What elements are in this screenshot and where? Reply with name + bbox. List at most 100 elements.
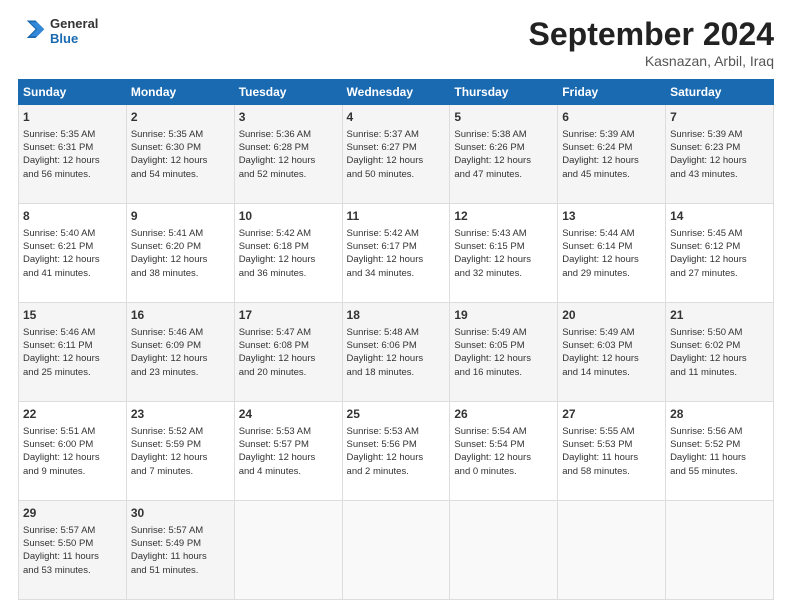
day-number: 24 [239,406,338,423]
day-info: Daylight: 12 hours [454,353,531,364]
day-info: Sunset: 6:30 PM [131,142,201,153]
day-info: Daylight: 12 hours [239,254,316,265]
day-info: Sunset: 5:52 PM [670,439,740,450]
header: General Blue September 2024 Kasnazan, Ar… [18,16,774,69]
day-info: and 54 minutes. [131,169,199,180]
day-info: and 51 minutes. [131,565,199,576]
day-info: and 16 minutes. [454,367,522,378]
day-info: Daylight: 12 hours [23,452,100,463]
logo-text: General Blue [50,16,98,46]
day-number: 16 [131,307,230,324]
calendar-cell: 9Sunrise: 5:41 AMSunset: 6:20 PMDaylight… [126,204,234,303]
calendar-week-5: 29Sunrise: 5:57 AMSunset: 5:50 PMDayligh… [19,501,774,600]
day-header-saturday: Saturday [666,80,774,105]
logo-icon [18,17,46,45]
day-number: 14 [670,208,769,225]
day-info: and 53 minutes. [23,565,91,576]
day-number: 7 [670,109,769,126]
calendar-cell: 27 Sunrise: 5:55 AM Sunset: 5:53 PM Dayligh… [558,402,666,501]
day-info: Daylight: 12 hours [131,353,208,364]
day-info: Sunrise: 5:53 AM [239,426,311,437]
day-number: 3 [239,109,338,126]
day-info: Sunrise: 5:40 AM [23,228,95,239]
day-info: Daylight: 12 hours [347,452,424,463]
day-info: Sunset: 5:57 PM [239,439,309,450]
day-info: Sunset: 6:06 PM [347,340,417,351]
calendar-week-1: 1Sunrise: 5:35 AMSunset: 6:31 PMDaylight… [19,105,774,204]
logo-general: General [50,16,98,31]
calendar-cell: 6Sunrise: 5:39 AMSunset: 6:24 PMDaylight… [558,105,666,204]
day-info: Sunrise: 5:38 AM [454,129,526,140]
day-info: Sunset: 6:24 PM [562,142,632,153]
day-info: Sunset: 6:14 PM [562,241,632,252]
day-info: Sunset: 6:23 PM [670,142,740,153]
calendar-cell: 15Sunrise: 5:46 AMSunset: 6:11 PMDayligh… [19,303,127,402]
day-info: and 7 minutes. [131,466,193,477]
day-number: 28 [670,406,769,423]
day-info: Daylight: 12 hours [562,353,639,364]
day-number: 1 [23,109,122,126]
day-info: Daylight: 11 hours [562,452,638,463]
month-title: September 2024 [529,16,774,53]
calendar-cell: 5Sunrise: 5:38 AMSunset: 6:26 PMDaylight… [450,105,558,204]
day-info: Sunset: 6:26 PM [454,142,524,153]
day-info: Daylight: 12 hours [131,254,208,265]
calendar-cell: 14Sunrise: 5:45 AMSunset: 6:12 PMDayligh… [666,204,774,303]
calendar-cell: 10Sunrise: 5:42 AMSunset: 6:18 PMDayligh… [234,204,342,303]
day-info: and 47 minutes. [454,169,522,180]
day-info: Sunset: 6:05 PM [454,340,524,351]
calendar-week-4: 22Sunrise: 5:51 AMSunset: 6:00 PMDayligh… [19,402,774,501]
day-info: and 23 minutes. [131,367,199,378]
calendar-cell: 13Sunrise: 5:44 AMSunset: 6:14 PMDayligh… [558,204,666,303]
day-info: and 2 minutes. [347,466,409,477]
day-info: Daylight: 11 hours [131,551,207,562]
day-info: and 43 minutes. [670,169,738,180]
day-number: 27 [562,406,661,423]
day-number: 10 [239,208,338,225]
day-info: Daylight: 12 hours [131,155,208,166]
day-header-thursday: Thursday [450,80,558,105]
day-number: 17 [239,307,338,324]
day-info: Sunrise: 5:42 AM [239,228,311,239]
calendar-cell: 2Sunrise: 5:35 AMSunset: 6:30 PMDaylight… [126,105,234,204]
day-number: 19 [454,307,553,324]
day-number: 12 [454,208,553,225]
logo: General Blue [18,16,98,46]
calendar-cell [450,501,558,600]
calendar-cell: 12Sunrise: 5:43 AMSunset: 6:15 PMDayligh… [450,204,558,303]
day-info: Sunrise: 5:48 AM [347,327,419,338]
day-header-monday: Monday [126,80,234,105]
calendar-cell: 21Sunrise: 5:50 AMSunset: 6:02 PMDayligh… [666,303,774,402]
day-info: and 34 minutes. [347,268,415,279]
day-info: Daylight: 12 hours [347,155,424,166]
calendar-cell: 17Sunrise: 5:47 AMSunset: 6:08 PMDayligh… [234,303,342,402]
day-info: Daylight: 12 hours [670,254,747,265]
day-info: Sunset: 5:56 PM [347,439,417,450]
day-info: and 9 minutes. [23,466,85,477]
day-number: 2 [131,109,230,126]
day-info: Sunset: 6:09 PM [131,340,201,351]
calendar-cell: 23Sunrise: 5:52 AMSunset: 5:59 PMDayligh… [126,402,234,501]
calendar-cell [234,501,342,600]
day-info: Daylight: 12 hours [23,353,100,364]
calendar-cell: 16Sunrise: 5:46 AMSunset: 6:09 PMDayligh… [126,303,234,402]
day-info: Sunset: 5:49 PM [131,538,201,549]
day-info: Sunrise: 5:55 AM [562,426,634,437]
day-info: and 36 minutes. [239,268,307,279]
day-info: Sunrise: 5:54 AM [454,426,526,437]
calendar-cell: 1Sunrise: 5:35 AMSunset: 6:31 PMDaylight… [19,105,127,204]
calendar-cell: 22Sunrise: 5:51 AMSunset: 6:00 PMDayligh… [19,402,127,501]
day-info: Sunrise: 5:45 AM [670,228,742,239]
day-info: Sunrise: 5:49 AM [454,327,526,338]
day-info: Daylight: 12 hours [562,155,639,166]
day-number: 22 [23,406,122,423]
day-info: Sunset: 5:53 PM [562,439,632,450]
day-info: Daylight: 12 hours [131,452,208,463]
day-info: and 14 minutes. [562,367,630,378]
day-info: Daylight: 11 hours [670,452,746,463]
day-info: Sunrise: 5:41 AM [131,228,203,239]
calendar-cell: 7Sunrise: 5:39 AMSunset: 6:23 PMDaylight… [666,105,774,204]
day-info: Daylight: 11 hours [23,551,99,562]
day-info: Sunrise: 5:37 AM [347,129,419,140]
day-info: Sunset: 6:27 PM [347,142,417,153]
